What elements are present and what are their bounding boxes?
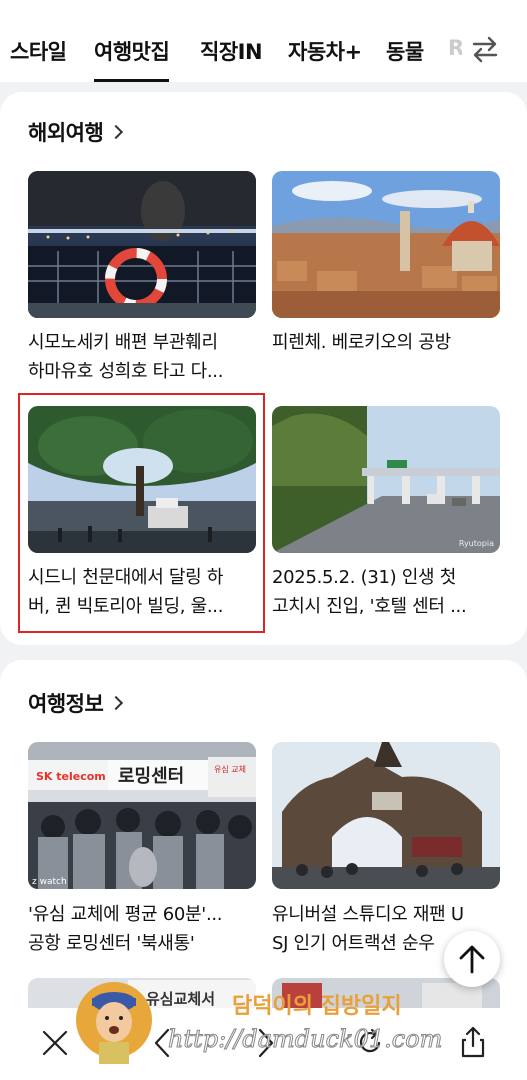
caption-florence[interactable]: 피렌체. 베로키오의 공방 (272, 328, 504, 386)
category-tab-bar: 스타일 여행맛집 직장IN 자동차+ 동물 R (0, 0, 527, 82)
caption-ferry[interactable]: 시모노세키 배편 부관훼리 하마유호 성희호 타고 다... (28, 328, 260, 386)
thumbnail-universal-studios[interactable] (272, 742, 500, 889)
caption-line: 2025.5.2. (31) 인생 첫 (272, 567, 456, 588)
tab-style[interactable]: 스타일 (10, 36, 67, 66)
thumbnail-roaming-center[interactable]: SK telecom 로밍센터 유심 교체 z watch (28, 742, 256, 889)
tab-overflow: R (448, 36, 462, 60)
caption-tollgate[interactable]: 2025.5.2. (31) 인생 첫 고치시 진입, '호텔 센터 ... (272, 563, 504, 621)
chevron-right-icon (109, 124, 124, 140)
caption-line: 시드니 천문대에서 달링 하 (28, 567, 224, 588)
watermark-avatar-image (76, 982, 152, 1064)
image-watermark: z watch (32, 877, 67, 887)
caption-line: 버, 퀸 빅토리아 빌딩, 울... (28, 596, 224, 617)
tab-car[interactable]: 자동차+ (288, 36, 362, 66)
section-title-text: 해외여행 (28, 121, 104, 145)
thumbnail-tollgate[interactable]: Ryutopia (272, 406, 500, 553)
tab-animal[interactable]: 동물 (386, 36, 424, 66)
usim-sign-text: 유심 교체 (214, 764, 246, 774)
caption-line: 고치시 진입, '호텔 센터 ... (272, 596, 467, 617)
caption-line: '유심 교체에 평균 60분'... (28, 904, 223, 925)
scroll-top-button[interactable] (444, 931, 500, 987)
tab-travel-food[interactable]: 여행맛집 (94, 36, 170, 82)
section-title-text: 여행정보 (28, 692, 104, 716)
thumbnail-florence[interactable] (272, 171, 500, 318)
share-icon[interactable] (458, 1024, 488, 1060)
sk-logo-text: SK telecom (36, 770, 106, 783)
caption-line: 피렌체. 베로키오의 공방 (272, 332, 451, 353)
caption-line: 공항 로밍센터 '북새통' (28, 933, 195, 954)
section-title-overseas[interactable]: 해외여행 (28, 117, 124, 147)
arrow-up-icon (459, 945, 485, 974)
caption-line: 하마유호 성희호 타고 다... (28, 361, 224, 382)
watermark-title: 담덕이의 집방일지 (232, 993, 402, 1019)
section-title-travel-info[interactable]: 여행정보 (28, 688, 124, 718)
roaming-sign-text: 로밍센터 (118, 766, 184, 787)
chevron-right-icon (109, 695, 124, 711)
caption-line: 유니버설 스튜디오 재팬 U (272, 904, 464, 925)
close-icon[interactable] (40, 1024, 70, 1060)
usim-banner-text: 유심교체서 (146, 990, 215, 1008)
caption-line: 시모노세키 배편 부관훼리 (28, 332, 218, 353)
thumbnail-ferry[interactable] (28, 171, 256, 318)
thumbnail-sydney[interactable] (28, 406, 256, 553)
watermark-url: http://damduck01.com (167, 1025, 443, 1054)
image-watermark: Ryutopia (459, 539, 494, 548)
caption-roaming-center[interactable]: '유심 교체에 평균 60분'... 공항 로밍센터 '북새통' (28, 900, 260, 958)
tab-work[interactable]: 직장IN (200, 36, 263, 66)
swap-icon[interactable] (470, 34, 500, 64)
caption-sydney[interactable]: 시드니 천문대에서 달링 하 버, 퀸 빅토리아 빌딩, 울... (28, 563, 260, 621)
